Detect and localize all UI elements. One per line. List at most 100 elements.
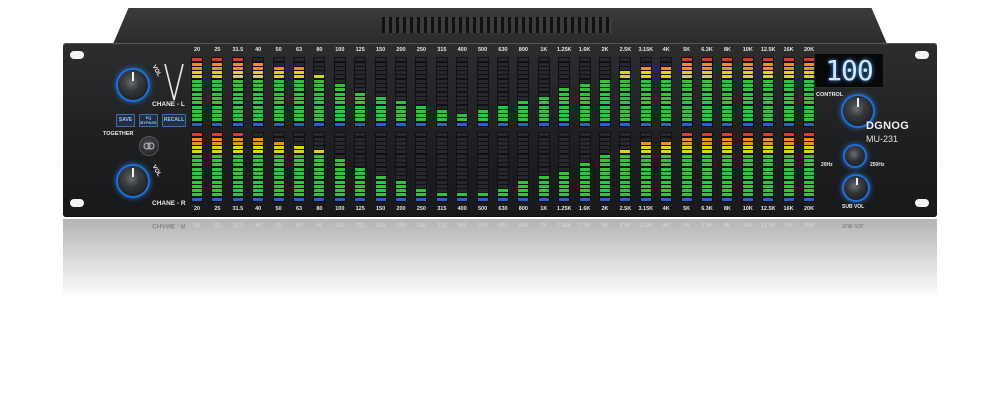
meter-segment — [620, 184, 631, 188]
meter-segment — [212, 167, 223, 171]
frequency-label: 50 — [275, 221, 282, 227]
meter-segment — [416, 167, 427, 171]
meter-segment — [702, 118, 712, 122]
meter-segment — [600, 66, 610, 70]
meter-segment — [436, 66, 447, 70]
recall-button[interactable]: RECALL — [162, 114, 186, 127]
meter-segment — [681, 154, 692, 158]
meter-segment — [579, 92, 590, 96]
meter-segment — [314, 96, 325, 100]
right-band-meter — [313, 132, 326, 202]
chane-l-label: CHANE - L — [152, 101, 185, 108]
meter-segment — [702, 114, 712, 118]
meter-segment — [294, 180, 304, 184]
save-button[interactable]: SAVE — [116, 114, 135, 127]
meter-segment — [314, 84, 325, 88]
meter-segment — [742, 62, 753, 66]
bypass-button[interactable]: EQ BYPASS — [139, 114, 158, 127]
meter-segment — [498, 180, 508, 184]
meter-segment — [192, 184, 202, 188]
meter-segment — [457, 114, 468, 118]
meter-segment — [253, 75, 264, 79]
left-band-meter — [721, 57, 734, 127]
meter-segment — [538, 88, 549, 92]
display-value: 100 — [825, 54, 874, 87]
vent-grille — [382, 17, 612, 33]
meter-segment — [702, 154, 712, 158]
meter-segment — [681, 150, 692, 154]
meter-segment — [742, 197, 753, 201]
meter-segment — [396, 75, 406, 79]
meter-segment — [640, 96, 651, 100]
meter-segment — [273, 167, 284, 171]
meter-segment — [640, 62, 651, 66]
meter-segment — [579, 96, 590, 100]
meter-segment — [538, 109, 549, 113]
frequency-label: 80 — [316, 47, 323, 53]
frequency-label: 6.3K — [701, 221, 713, 227]
meter-segment — [334, 171, 345, 175]
meter-segment — [498, 176, 508, 180]
meter-segment — [702, 92, 712, 96]
meter-segment — [192, 137, 202, 141]
meter-segment — [722, 75, 733, 79]
meter-segment — [498, 197, 508, 201]
meter-segment — [661, 66, 672, 70]
frequency-label: 1K — [540, 206, 548, 212]
meter-segment — [192, 62, 202, 66]
meter-segment — [314, 193, 325, 197]
sub-volume-knob[interactable] — [844, 176, 868, 200]
meter-segment — [620, 105, 631, 109]
meter-segment — [477, 88, 488, 92]
meter-segment — [600, 163, 610, 167]
meter-segment — [477, 193, 488, 197]
meter-segment — [498, 88, 508, 92]
meter-segment — [559, 159, 570, 163]
meter-segment — [375, 154, 386, 158]
meter-segment — [273, 137, 284, 141]
meter-segment — [804, 84, 814, 88]
meter-segment — [192, 71, 202, 75]
meter-segment — [702, 66, 712, 70]
together-button[interactable] — [139, 136, 159, 156]
hz20-label: 20Hz — [821, 162, 833, 168]
right-volume-knob[interactable] — [118, 166, 148, 196]
meter-segment — [375, 101, 386, 105]
model-name: MU-231 — [866, 134, 899, 144]
meter-segment — [396, 193, 406, 197]
meter-segment — [518, 71, 529, 75]
left-band-meter — [191, 57, 203, 127]
meter-segment — [620, 167, 631, 171]
meter-segment — [640, 180, 651, 184]
meter-segment — [640, 154, 651, 158]
meter-segment — [232, 193, 243, 197]
meter-segment — [334, 105, 345, 109]
meter-segment — [232, 197, 243, 201]
meter-segment — [416, 71, 427, 75]
meter-segment — [681, 141, 692, 145]
left-volume-knob[interactable] — [118, 70, 148, 100]
meter-segment — [355, 167, 366, 171]
brand-name: DGNOG — [866, 120, 910, 132]
meter-segment — [783, 75, 794, 79]
meter-segment — [518, 167, 529, 171]
meter-segment — [579, 75, 590, 79]
meter-segment — [681, 58, 692, 62]
meter-segment — [579, 150, 590, 154]
meter-segment — [579, 101, 590, 105]
meter-segment — [661, 84, 672, 88]
frequency-knob[interactable] — [845, 146, 865, 166]
meter-segment — [294, 101, 304, 105]
meter-segment — [538, 62, 549, 66]
meter-segment — [192, 167, 202, 171]
meter-segment — [783, 180, 794, 184]
right-band-meter — [293, 132, 305, 202]
meter-segment — [579, 109, 590, 113]
right-band-meter — [558, 132, 571, 202]
meter-segment — [783, 167, 794, 171]
meter-segment — [457, 118, 468, 122]
meter-segment — [477, 159, 488, 163]
meter-segment — [620, 118, 631, 122]
meter-segment — [538, 150, 549, 154]
meter-segment — [804, 75, 814, 79]
